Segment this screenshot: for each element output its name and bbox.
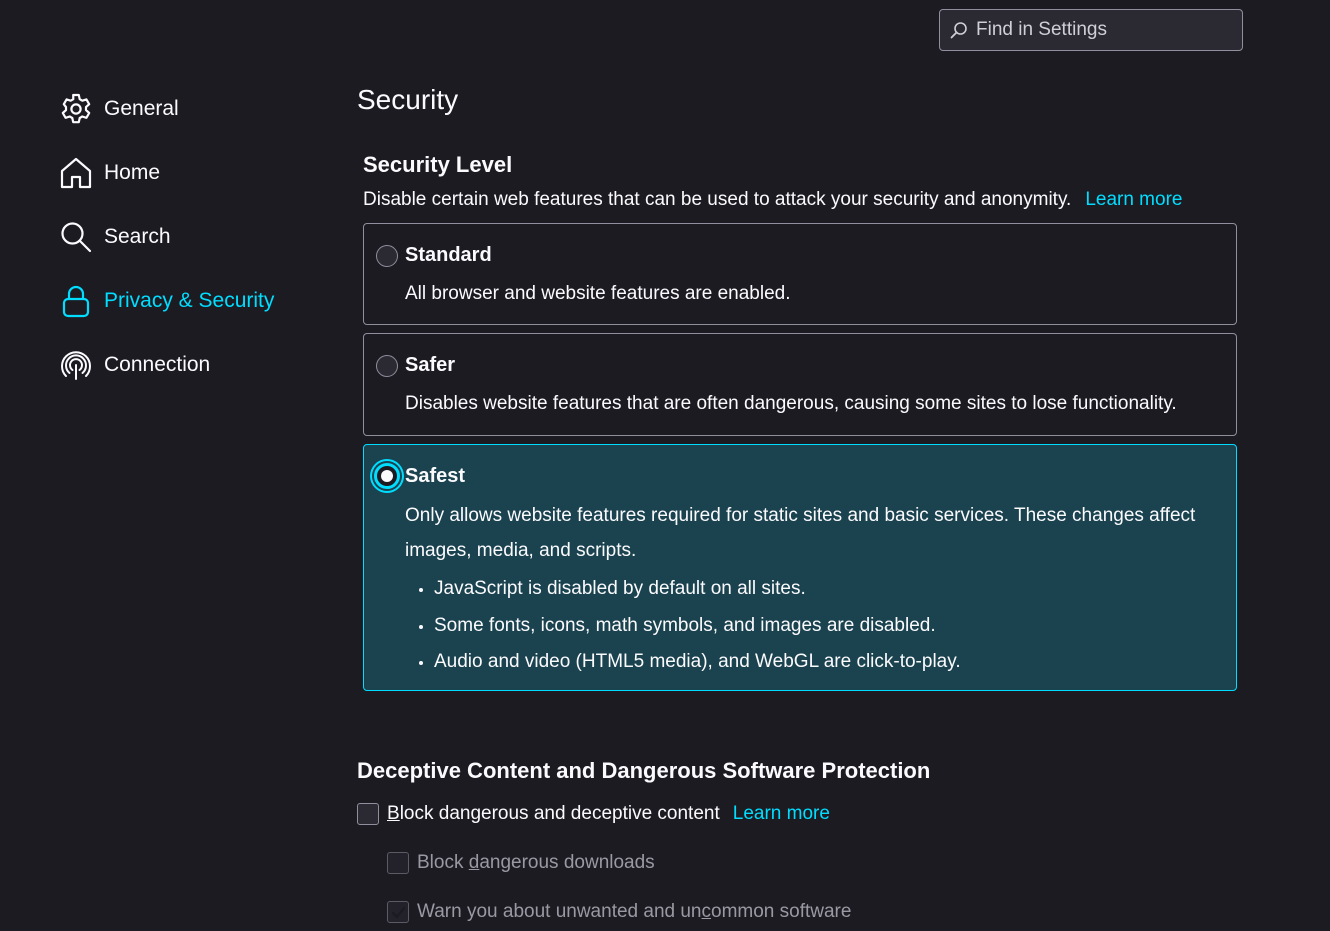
option-title: Safer: [405, 354, 456, 376]
home-icon: [58, 155, 94, 191]
option-description: All browser and website features are ena…: [405, 283, 791, 304]
checkmark-icon: [391, 906, 406, 919]
label-text: Warn you about unwanted and un: [417, 901, 702, 922]
accesskey-letter: d: [468, 852, 480, 873]
security-level-description: Disable certain web features that can be…: [363, 189, 1182, 211]
deceptive-content-heading: Deceptive Content and Dangerous Software…: [357, 758, 931, 783]
lock-icon: [58, 283, 94, 319]
page-title: Security: [357, 84, 459, 115]
settings-search-input[interactable]: [974, 18, 1234, 42]
warn-unwanted-software-row: Warn you about unwanted and uncommon sof…: [387, 901, 851, 923]
deceptive-learn-more-link[interactable]: Learn more: [733, 803, 830, 825]
sidebar-item-privacy-security[interactable]: Privacy & Security: [58, 278, 328, 324]
sidebar-item-label: Home: [104, 161, 161, 184]
block-deceptive-content-checkbox[interactable]: [357, 803, 379, 825]
settings-sidebar: General Home Search Privacy & Security C…: [58, 86, 328, 406]
label-text: angerous downloads: [479, 852, 655, 873]
list-item: Some fonts, icons, math symbols, and ima…: [434, 608, 961, 645]
option-title: Standard: [405, 244, 492, 266]
block-deceptive-content-row: Block dangerous and deceptive content Le…: [357, 803, 830, 825]
accesskey-letter: B: [387, 803, 400, 824]
sidebar-item-general[interactable]: General: [58, 86, 328, 132]
safest-restrictions-list: JavaScript is disabled by default on all…: [405, 571, 961, 681]
gear-icon: [58, 91, 94, 127]
security-option-safer[interactable]: Safer Disables website features that are…: [363, 333, 1237, 436]
sidebar-item-label: Connection: [104, 353, 211, 376]
security-level-heading: Security Level: [363, 152, 513, 177]
option-title: Safest: [405, 465, 466, 487]
sidebar-item-connection[interactable]: Connection: [58, 342, 328, 388]
accesskey-letter: c: [701, 901, 712, 922]
sidebar-item-label: Privacy & Security: [104, 289, 275, 312]
label-text: Block: [417, 852, 469, 873]
security-level-learn-more-link[interactable]: Learn more: [1085, 189, 1182, 210]
sidebar-item-label: General: [104, 97, 179, 120]
block-dangerous-downloads-label[interactable]: Block dangerous downloads: [417, 852, 655, 874]
settings-search-box[interactable]: [939, 9, 1243, 51]
security-option-standard[interactable]: Standard All browser and website feature…: [363, 223, 1237, 325]
standard-radio[interactable]: [376, 245, 398, 267]
magnifier-icon: [58, 219, 94, 255]
safer-radio[interactable]: [376, 355, 398, 377]
warn-unwanted-software-checkbox[interactable]: [387, 901, 409, 923]
warn-unwanted-software-label[interactable]: Warn you about unwanted and uncommon sof…: [417, 901, 851, 923]
label-text: lock dangerous and deceptive content: [399, 803, 720, 824]
block-dangerous-downloads-row: Block dangerous downloads: [387, 852, 655, 874]
onion-icon: [58, 347, 94, 383]
block-deceptive-content-label[interactable]: Block dangerous and deceptive content: [387, 803, 720, 825]
block-dangerous-downloads-checkbox[interactable]: [387, 852, 409, 874]
sidebar-item-search[interactable]: Search: [58, 214, 328, 260]
label-text: ommon software: [711, 901, 852, 922]
sidebar-item-label: Search: [104, 225, 171, 248]
sidebar-item-home[interactable]: Home: [58, 150, 328, 196]
description-text: Disable certain web features that can be…: [363, 189, 1072, 210]
list-item: JavaScript is disabled by default on all…: [434, 571, 961, 608]
option-description: Disables website features that are often…: [405, 393, 1177, 414]
search-icon: [950, 22, 967, 39]
safest-radio[interactable]: [374, 463, 400, 489]
option-description: Only allows website features required fo…: [405, 505, 1196, 561]
security-option-safest[interactable]: Safest Only allows website features requ…: [363, 444, 1237, 691]
list-item: Audio and video (HTML5 media), and WebGL…: [434, 644, 961, 681]
